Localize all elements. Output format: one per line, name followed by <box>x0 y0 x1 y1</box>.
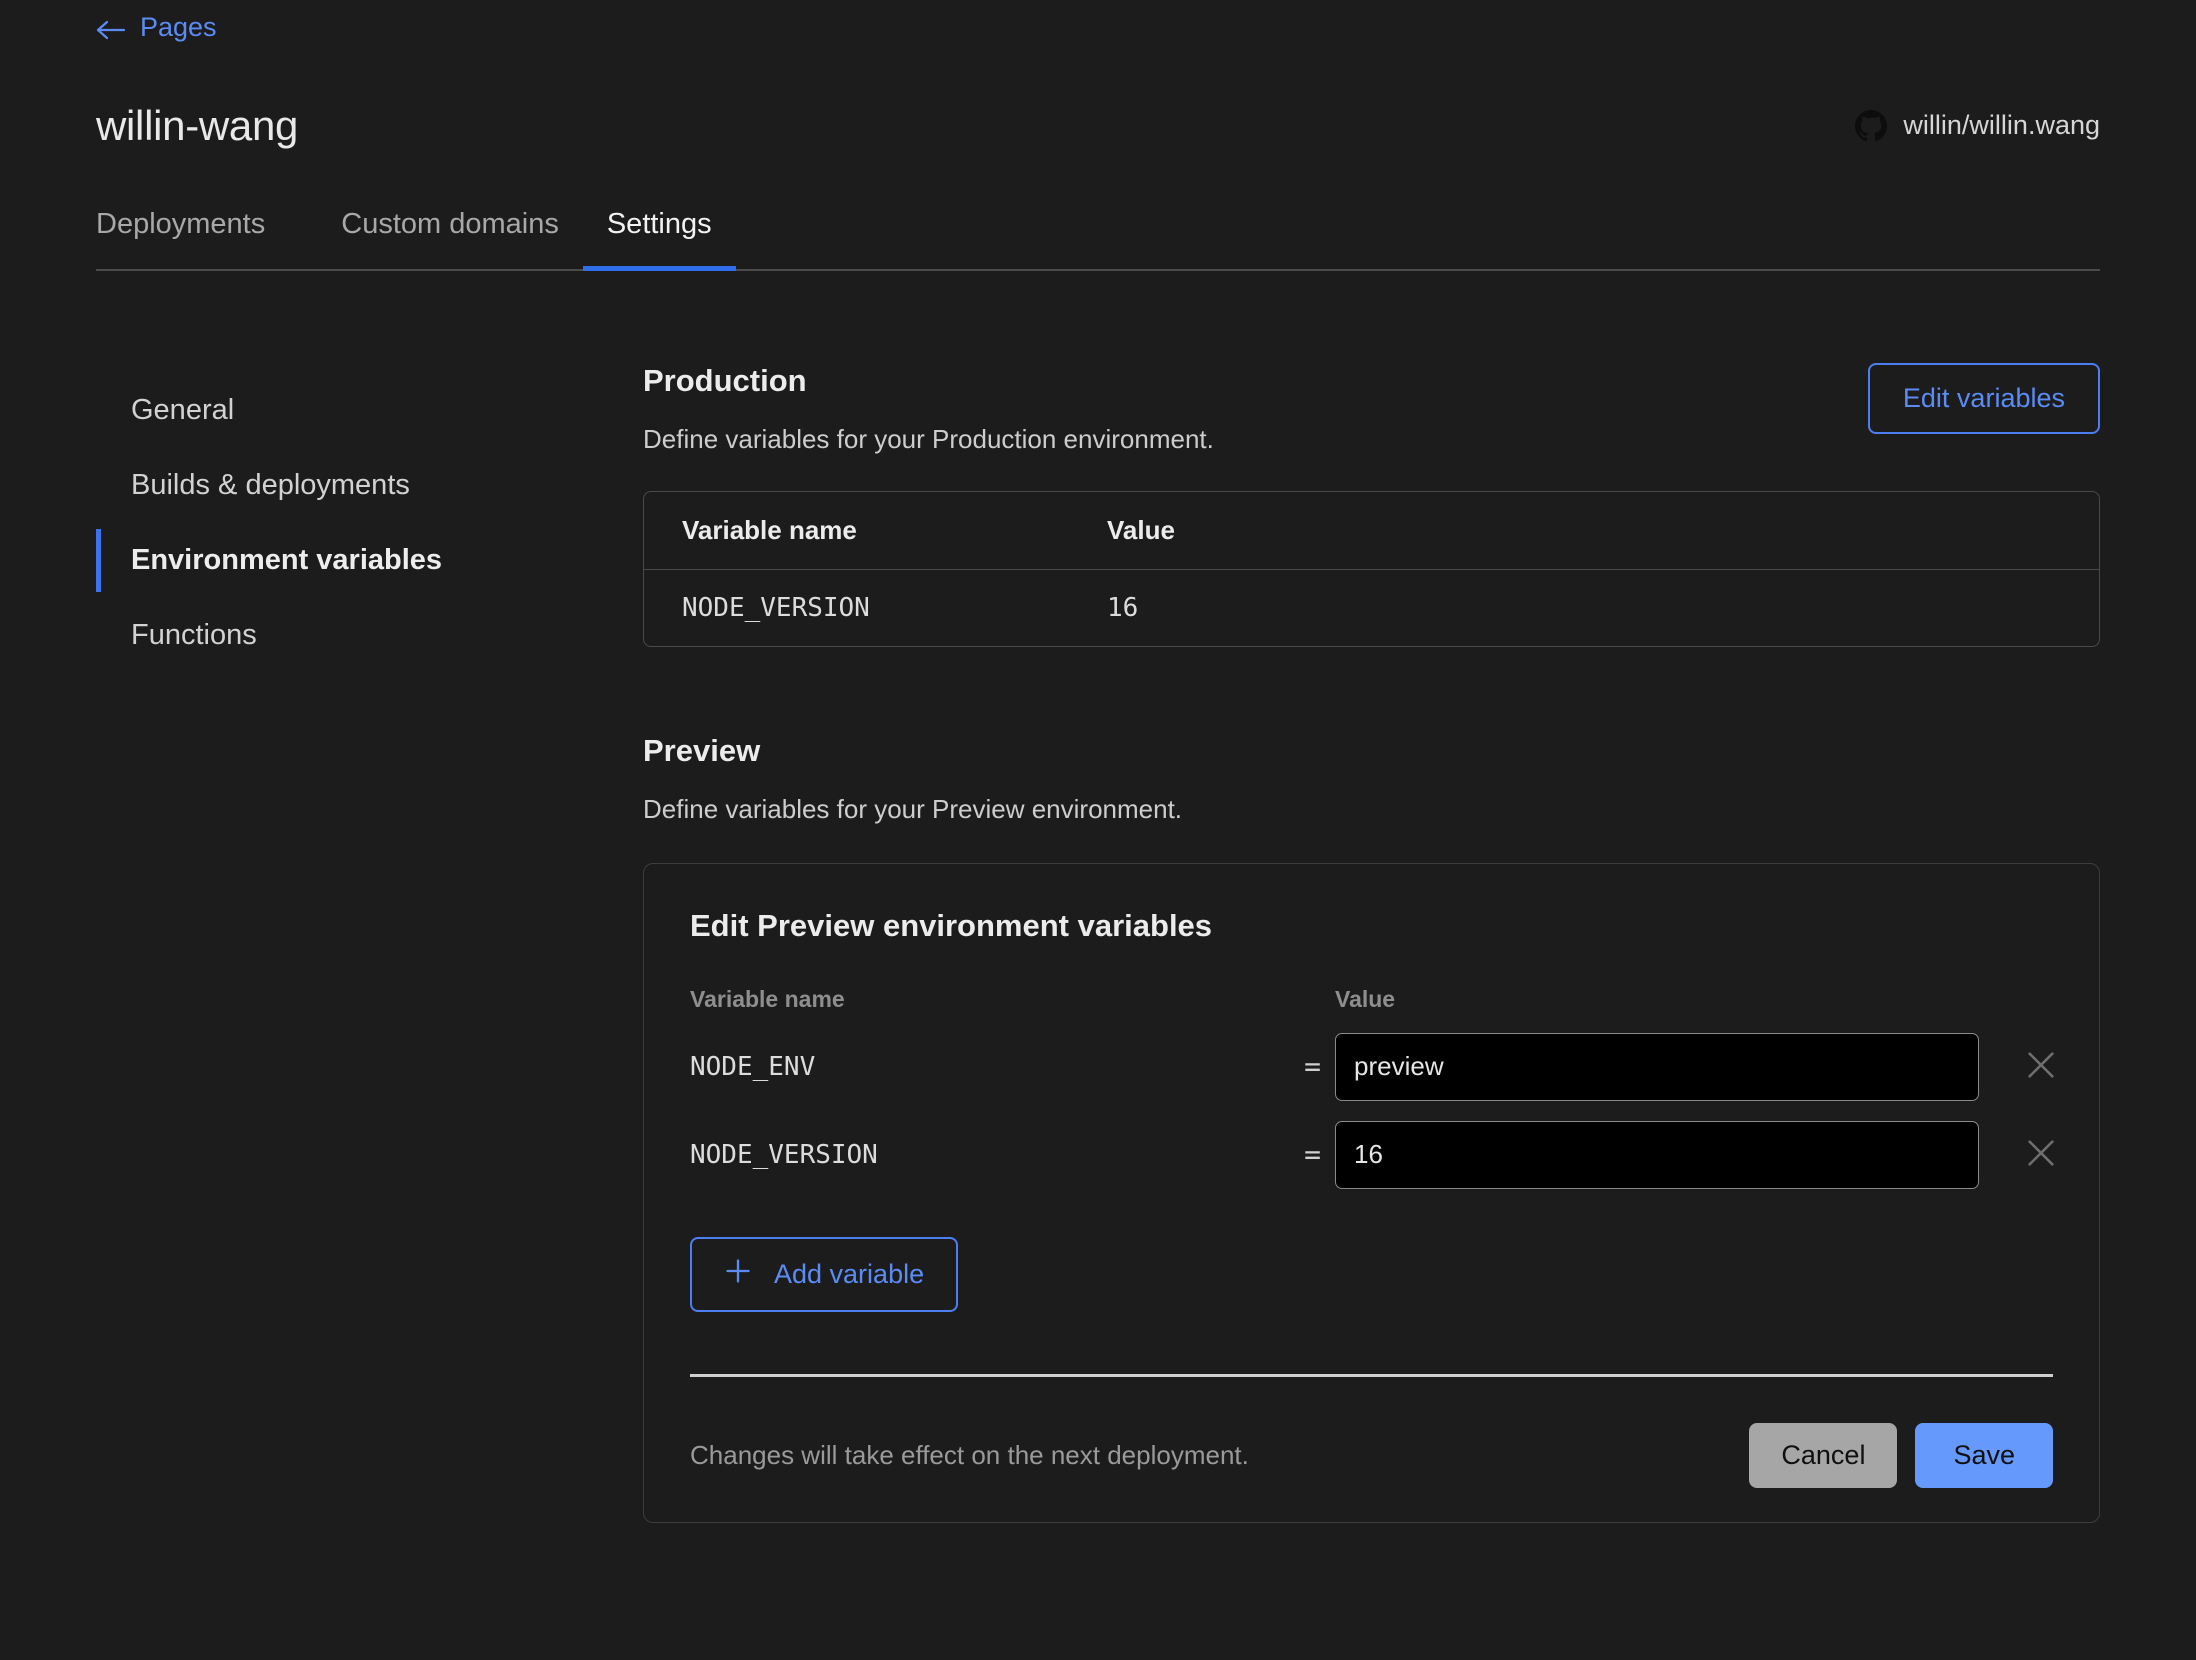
edit-panel-footer: Changes will take effect on the next dep… <box>690 1422 2053 1488</box>
settings-sidebar: General Builds & deployments Environment… <box>96 363 643 1523</box>
preview-section: Preview Define variables for your Previe… <box>643 733 2100 1523</box>
column-header-variable-name: Variable name <box>682 514 857 545</box>
production-header: Production Define variables for your Pro… <box>643 362 2100 455</box>
equals-sign: = <box>1304 1050 1321 1083</box>
settings-page: Pages willin-wang willin/willin.wang Dep… <box>0 0 2196 1660</box>
back-link-label: Pages <box>140 12 217 42</box>
add-variable-button[interactable]: Add variable <box>690 1236 959 1312</box>
close-icon <box>2024 1136 2058 1173</box>
settings-tabs: Deployments Custom domains Settings <box>96 208 2100 271</box>
remove-variable-button[interactable] <box>2021 1047 2061 1087</box>
production-description: Define variables for your Production env… <box>643 423 1214 454</box>
variable-row: NODE_VERSION = <box>682 1120 2061 1189</box>
save-button[interactable]: Save <box>1915 1422 2053 1488</box>
settings-content: Production Define variables for your Pro… <box>643 362 2100 1523</box>
add-variable-label: Add variable <box>774 1258 925 1289</box>
settings-body: General Builds & deployments Environment… <box>96 362 2100 1523</box>
cancel-button[interactable]: Cancel <box>1749 1422 1898 1488</box>
variable-name-cell: NODE_VERSION <box>682 592 870 623</box>
variable-name-label: NODE_VERSION <box>690 1139 878 1170</box>
column-header-variable-name: Variable name <box>690 985 845 1012</box>
production-section: Production Define variables for your Pro… <box>643 362 2100 647</box>
sidebar-item-environment-variables[interactable]: Environment variables <box>96 523 643 598</box>
production-title: Production <box>643 362 807 398</box>
variable-value-input[interactable] <box>1335 1032 1979 1101</box>
column-header-value: Value <box>1335 985 1396 1012</box>
project-header: willin-wang willin/willin.wang <box>96 102 2100 150</box>
arrow-left-icon <box>96 17 126 39</box>
table-header-row: Variable name Value <box>644 492 2099 570</box>
back-to-pages-link[interactable]: Pages <box>96 12 217 43</box>
remove-variable-button[interactable] <box>2021 1135 2061 1175</box>
variable-name-label: NODE_ENV <box>690 1051 816 1082</box>
edit-preview-variables-panel: Edit Preview environment variables Varia… <box>643 862 2100 1523</box>
footer-note: Changes will take effect on the next dep… <box>690 1439 1249 1470</box>
variable-value-cell: 16 <box>1107 592 1139 623</box>
plus-icon <box>724 1257 752 1292</box>
preview-title: Preview <box>643 732 761 768</box>
github-repo-label: willin/willin.wang <box>1903 110 2100 140</box>
production-variables-table: Variable name Value NODE_VERSION 16 <box>643 490 2100 647</box>
tab-custom-domains[interactable]: Custom domains <box>317 208 583 269</box>
github-icon <box>1855 109 1888 142</box>
sidebar-item-functions[interactable]: Functions <box>96 598 643 673</box>
edit-panel-title: Edit Preview environment variables <box>690 907 1213 943</box>
panel-divider <box>690 1373 2053 1377</box>
table-row: NODE_VERSION 16 <box>644 570 2099 646</box>
github-repo-link[interactable]: willin/willin.wang <box>1855 109 2100 142</box>
edit-variables-button[interactable]: Edit variables <box>1867 362 2100 434</box>
column-header-value: Value <box>1107 514 1175 545</box>
tab-deployments[interactable]: Deployments <box>96 208 289 269</box>
sidebar-item-general[interactable]: General <box>96 373 643 448</box>
variable-value-input[interactable] <box>1335 1120 1979 1189</box>
equals-sign: = <box>1304 1138 1321 1171</box>
footer-actions: Cancel Save <box>1749 1422 2053 1488</box>
variable-row: NODE_ENV = <box>682 1032 2061 1101</box>
tab-settings[interactable]: Settings <box>582 208 736 271</box>
edit-panel-column-headers: Variable name Value <box>682 986 2061 1013</box>
page-title: willin-wang <box>96 101 299 149</box>
sidebar-item-builds-deployments[interactable]: Builds & deployments <box>96 448 643 523</box>
close-icon <box>2024 1048 2058 1085</box>
preview-description: Define variables for your Preview enviro… <box>643 793 1183 824</box>
